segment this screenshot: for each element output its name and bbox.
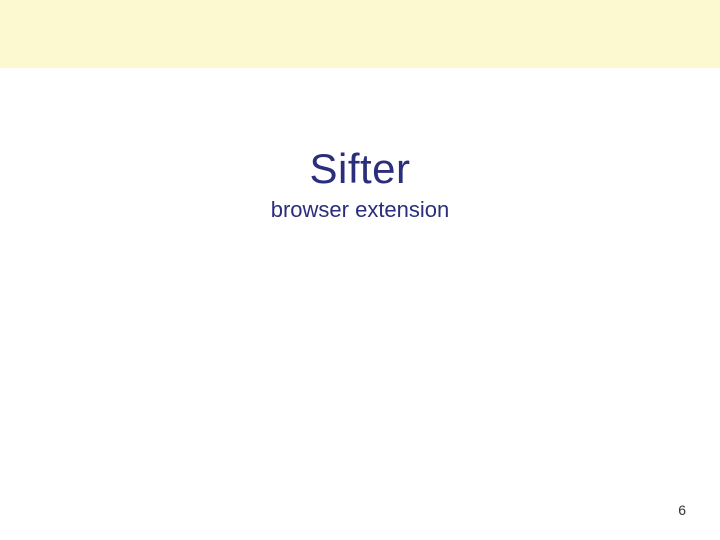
header-band [0,0,720,68]
page-number: 6 [678,502,686,518]
slide-content: Sifter browser extension [0,145,720,223]
slide-subtitle: browser extension [0,197,720,223]
slide-title: Sifter [0,145,720,193]
